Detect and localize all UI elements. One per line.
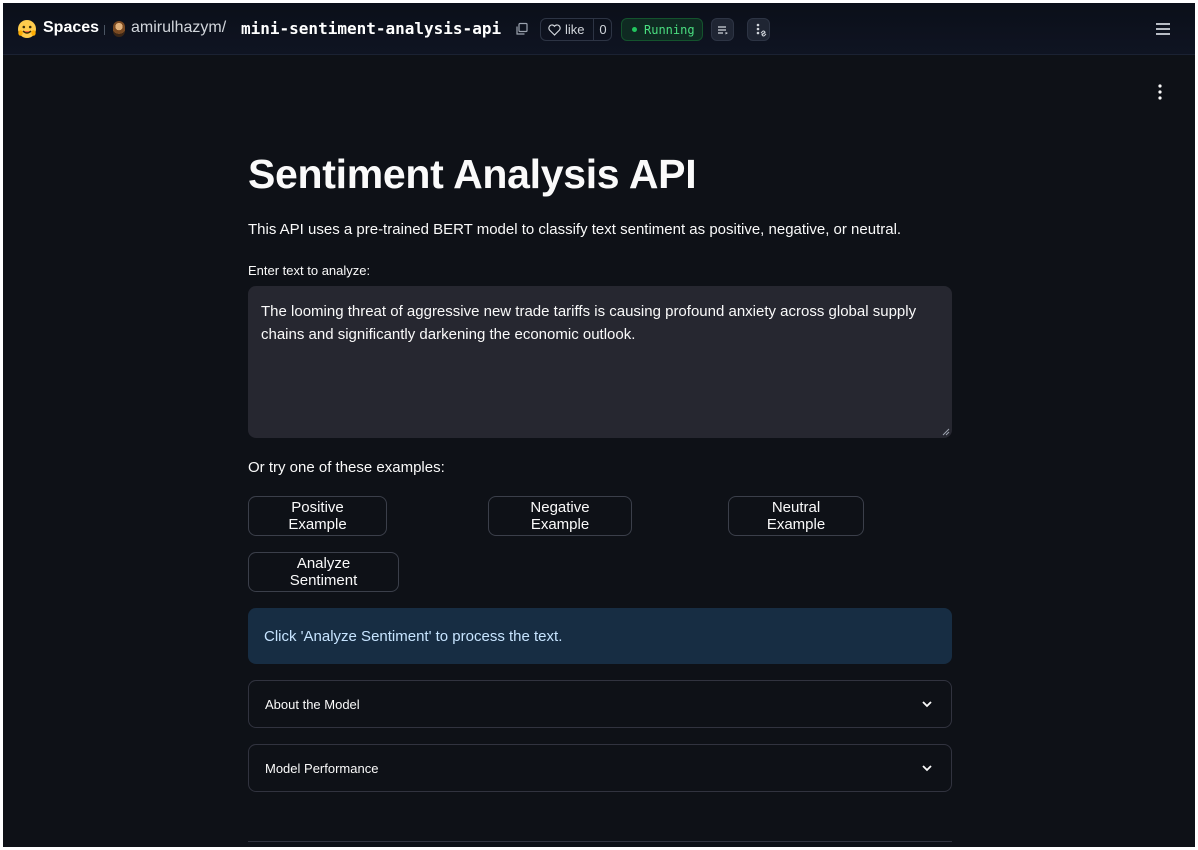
like-label: like bbox=[565, 22, 585, 37]
expander-label: Model Performance bbox=[265, 760, 379, 776]
app-window: Spaces amirulhazym/ mini-sentiment-analy… bbox=[3, 3, 1195, 847]
chevron-down-icon bbox=[922, 701, 932, 708]
divider bbox=[104, 25, 105, 35]
about-model-expander[interactable]: About the Model bbox=[248, 680, 952, 728]
page-title: Sentiment Analysis API bbox=[248, 151, 697, 197]
copy-icon[interactable] bbox=[515, 22, 529, 36]
text-input[interactable]: The looming threat of aggressive new tra… bbox=[248, 286, 952, 438]
page-description: This API uses a pre-trained BERT model t… bbox=[248, 221, 902, 238]
top-bar: Spaces amirulhazym/ mini-sentiment-analy… bbox=[3, 3, 1195, 55]
owner-name: amirulhazym bbox=[131, 19, 222, 36]
hugging-face-logo-icon[interactable] bbox=[17, 19, 37, 39]
heart-icon bbox=[548, 23, 561, 36]
like-button[interactable]: like 0 bbox=[540, 18, 612, 41]
model-performance-expander[interactable]: Model Performance bbox=[248, 744, 952, 792]
info-message: Click 'Analyze Sentiment' to process the… bbox=[248, 608, 952, 664]
expander-label: About the Model bbox=[265, 696, 360, 712]
owner-link[interactable]: amirulhazym/ bbox=[131, 19, 226, 37]
more-options-button[interactable] bbox=[747, 18, 770, 41]
section-divider bbox=[248, 841, 952, 842]
spaces-link[interactable]: Spaces bbox=[43, 19, 99, 37]
analyze-sentiment-button[interactable]: Analyze Sentiment bbox=[248, 552, 399, 592]
negative-example-button[interactable]: Negative Example bbox=[488, 496, 632, 536]
status-label: Running bbox=[644, 22, 695, 37]
menu-icon[interactable] bbox=[1155, 22, 1171, 36]
avatar[interactable] bbox=[113, 21, 125, 37]
positive-example-button[interactable]: Positive Example bbox=[248, 496, 387, 536]
status-badge[interactable]: Running bbox=[621, 18, 703, 41]
kebab-link-icon bbox=[756, 23, 766, 36]
status-dot-icon bbox=[632, 27, 637, 32]
neutral-example-button[interactable]: Neutral Example bbox=[728, 496, 864, 536]
repo-name-link[interactable]: mini-sentiment-analysis-api bbox=[241, 19, 501, 38]
path-separator: / bbox=[221, 19, 227, 36]
logs-button[interactable] bbox=[711, 18, 734, 41]
logs-icon bbox=[717, 25, 728, 34]
like-count: 0 bbox=[593, 19, 612, 40]
examples-label: Or try one of these examples: bbox=[248, 459, 445, 476]
app-menu-icon[interactable] bbox=[1153, 83, 1167, 101]
chevron-down-icon bbox=[922, 765, 932, 772]
text-input-label: Enter text to analyze: bbox=[248, 263, 371, 278]
resize-handle-icon[interactable] bbox=[942, 428, 950, 436]
